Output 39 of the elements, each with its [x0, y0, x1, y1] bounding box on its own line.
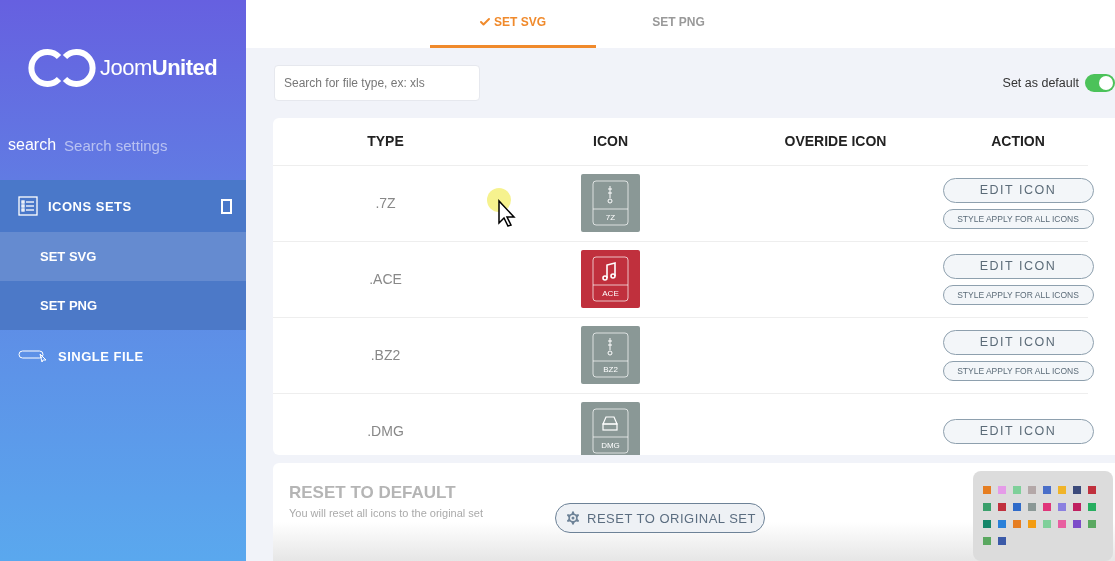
toggle-label: Set as default	[1002, 75, 1079, 90]
menu-item[interactable]: SINGLE FILE	[0, 330, 246, 382]
reset-button[interactable]: RESET TO ORIGINAL SET	[555, 503, 765, 533]
reset-description: You will reset all icons to the original set	[289, 507, 485, 519]
list-icon	[18, 196, 38, 216]
file-type-icon: BZ2	[581, 326, 640, 385]
tab[interactable]: SET PNG	[595, 0, 762, 48]
search-field[interactable]: Search for file type, ex: xls	[274, 64, 480, 101]
search-icon-text: search	[8, 136, 57, 154]
file-type: .DMG	[367, 423, 404, 440]
logo-icon	[28, 48, 96, 88]
style-apply-button[interactable]: STYLE APPLY FOR ALL ICONS	[942, 360, 1094, 381]
file-type: .ACE	[369, 271, 402, 288]
column-header: TYPE	[273, 117, 498, 166]
file-type-icon: ACE	[581, 250, 640, 309]
file-type-icon: DMG	[581, 402, 640, 455]
menu-item[interactable]: ICONS SETS	[0, 180, 246, 232]
submenu-item[interactable]: SET SVG	[0, 232, 246, 281]
check-icon	[479, 16, 491, 29]
gear-icon	[564, 509, 582, 527]
style-apply-button[interactable]: STYLE APPLY FOR ALL ICONS	[942, 208, 1094, 229]
column-header: ACTION	[948, 117, 1088, 166]
file-type: .7Z	[375, 195, 396, 212]
toggle-switch[interactable]	[1085, 73, 1115, 92]
reset-title: RESET TO DEFAULT	[289, 483, 457, 503]
column-header: OVERIDE ICON	[723, 117, 948, 166]
style-apply-button[interactable]: STYLE APPLY FOR ALL ICONS	[942, 284, 1094, 305]
edit-icon-button[interactable]: EDIT ICON	[942, 253, 1094, 279]
square-icon	[221, 198, 232, 214]
logo-text: JoomUnited	[100, 55, 218, 81]
edit-icon-button[interactable]: EDIT ICON	[942, 418, 1094, 444]
mouse-icon	[18, 349, 48, 363]
edit-icon-button[interactable]: EDIT ICON	[942, 177, 1094, 203]
file-type: .BZ2	[370, 347, 401, 364]
search-field[interactable]: Search settings	[62, 135, 213, 155]
submenu-item[interactable]: SET PNG	[0, 281, 246, 330]
file-type-icon: 7Z	[581, 174, 640, 233]
column-header: ICON	[498, 117, 723, 166]
edit-icon-button[interactable]: EDIT ICON	[942, 329, 1094, 355]
